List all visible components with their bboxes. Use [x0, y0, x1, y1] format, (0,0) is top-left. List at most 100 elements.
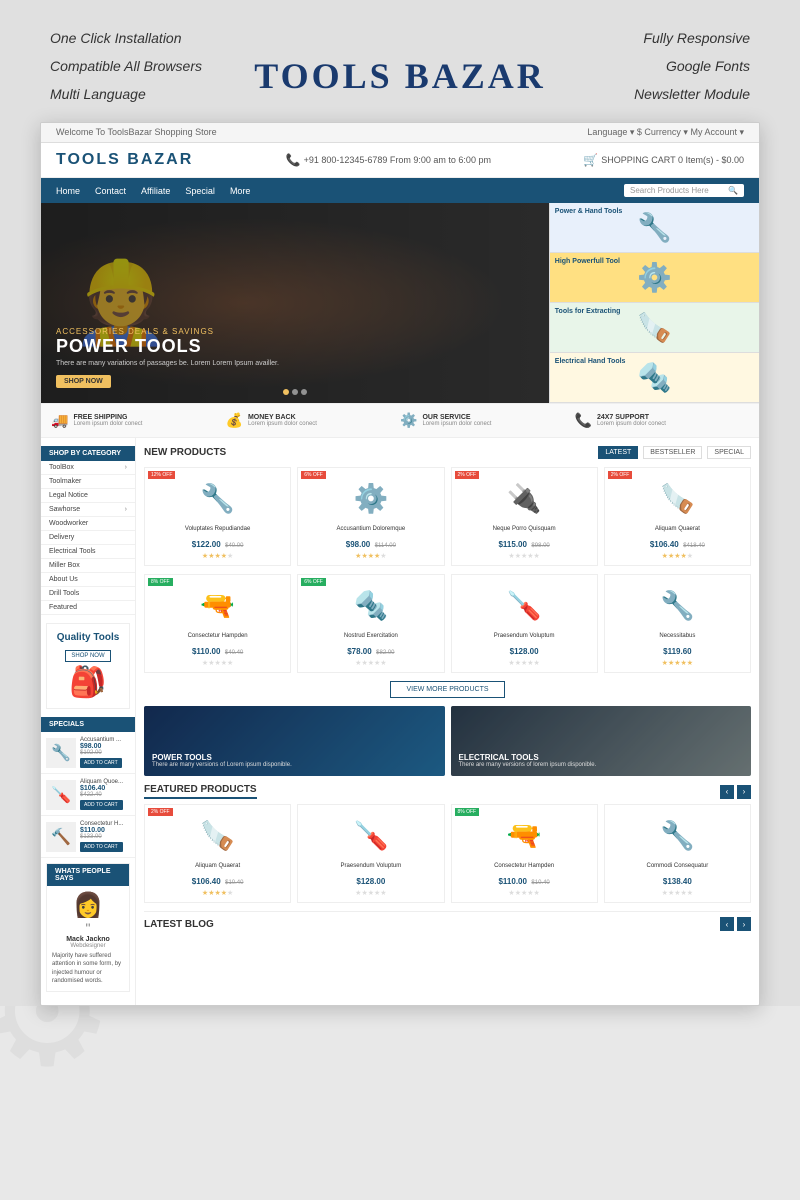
featured-product-card[interactable]: 2% OFF 🪚 Aliquam Quaerat $106.40 $10.40 … — [144, 804, 291, 903]
feat-service-title: OUR SERVICE — [422, 414, 491, 421]
feat-support-title: 24X7 SUPPORT — [597, 414, 666, 421]
nav-special[interactable]: Special — [185, 186, 215, 196]
products-area: NEW PRODUCTS LATEST BESTSELLER SPECIAL 1… — [136, 438, 759, 1005]
service-icon: ⚙️ — [400, 412, 417, 429]
power-tools-banner[interactable]: POWER TOOLS There are many versions of L… — [144, 706, 445, 776]
feat-support: 📞 24X7 SUPPORT Lorem ipsum dolor conect — [575, 412, 750, 429]
sidebar-item[interactable]: Toolmaker — [41, 475, 135, 489]
product-old-price: $82.00 — [376, 650, 394, 656]
electrical-hand-tools-icon: 🔩 — [637, 361, 672, 394]
product-card[interactable]: 🔧 Necessitabus $119.60 ★★★★★ — [604, 574, 751, 673]
product-image: 🔫 — [150, 580, 285, 630]
special-old-price: $133.00 — [80, 834, 123, 840]
nav-contact[interactable]: Contact — [95, 186, 126, 196]
add-cart-button[interactable]: ADD TO CART — [80, 842, 123, 852]
add-cart-button[interactable]: ADD TO CART — [80, 800, 123, 810]
product-card[interactable]: 8% OFF 🔫 Consectetur Hampden $110.00 $40… — [144, 574, 291, 673]
power-hand-tools-icon: 🔧 — [637, 211, 672, 244]
product-name: Necessitabus — [610, 633, 745, 639]
product-name: Praesendum Voluptum — [457, 633, 592, 639]
brand-title: TOOLS BAZAR — [254, 55, 545, 97]
tab-latest[interactable]: LATEST — [598, 446, 638, 459]
feature-item: Google Fonts — [634, 58, 750, 74]
product-stars: ★★★★★ — [457, 552, 592, 560]
product-price: $122.00 — [192, 540, 221, 549]
sidebar-item[interactable]: Miller Box — [41, 559, 135, 573]
product-card[interactable]: 6% OFF ⚙️ Accusantium Doloremque $98.00 … — [297, 467, 444, 566]
hero-main: 👷 Accessories Deals & Savings POWER TOOL… — [41, 203, 549, 403]
view-more-button[interactable]: VIEW MORE PRODUCTS — [390, 681, 504, 698]
topbar-links: Language ▾ $ Currency ▾ My Account ▾ — [587, 127, 744, 138]
product-card[interactable]: 2% OFF 🔌 Neque Porro Quisquam $115.00 $9… — [451, 467, 598, 566]
nav-home[interactable]: Home — [56, 186, 80, 196]
special-price: $106.40 — [80, 785, 123, 792]
electrical-tools-label: ELECTRICAL TOOLS — [459, 753, 597, 762]
product-badge: 2% OFF — [455, 471, 480, 479]
tab-special[interactable]: SPECIAL — [707, 446, 751, 459]
nav-more[interactable]: More — [230, 186, 251, 196]
add-cart-button[interactable]: ADD TO CART — [80, 758, 122, 768]
product-image: 🔩 — [303, 580, 438, 630]
feature-item: Fully Responsive — [634, 30, 750, 46]
prev-arrow[interactable]: ‹ — [720, 785, 734, 799]
sidebar-item[interactable]: Electrical Tools — [41, 545, 135, 559]
product-name: Consectetur Hampden — [150, 633, 285, 639]
hero-side-extracting[interactable]: Tools for Extracting 🪚 — [549, 303, 759, 353]
featured-product-card[interactable]: 8% OFF 🔫 Consectetur Hampden $110.00 $10… — [451, 804, 598, 903]
product-card[interactable]: 6% OFF 🔩 Nostrud Exercitation $78.00 $82… — [297, 574, 444, 673]
product-badge: 2% OFF — [608, 471, 633, 479]
product-image: 🪚 — [610, 473, 745, 523]
sidebar-item[interactable]: About Us — [41, 573, 135, 587]
quality-tools-box: Quality Tools SHOP NOW 🎒 — [46, 623, 130, 709]
special-info: Consectetur H... $110.00 $133.00 ADD TO … — [80, 821, 123, 852]
hero-side-powerful[interactable]: High Powerfull Tool ⚙️ — [549, 253, 759, 303]
hero-side-label: High Powerfull Tool — [555, 258, 620, 265]
hero-side: Power & Hand Tools 🔧 High Powerfull Tool… — [549, 203, 759, 403]
hero-side-electrical[interactable]: Electrical Hand Tools 🔩 — [549, 353, 759, 403]
arrow-icon: › — [125, 506, 127, 513]
sidebar-item[interactable]: Drill Tools — [41, 587, 135, 601]
product-image: 🔧 — [610, 810, 745, 860]
person-name: Mack Jackno — [52, 936, 124, 943]
blog-title: LATEST BLOG — [144, 919, 214, 930]
product-badge: 6% OFF — [301, 471, 326, 479]
specials-title: SPECIALS — [41, 717, 135, 732]
nav-affiliate[interactable]: Affiliate — [141, 186, 170, 196]
featured-product-card[interactable]: 🔧 Commodi Consequatur $138.40 ★★★★★ — [604, 804, 751, 903]
nav-search[interactable]: Search Products Here 🔍 — [624, 184, 744, 197]
sidebar-item[interactable]: Woodworker — [41, 517, 135, 531]
cart-icon: 🛒 — [583, 153, 598, 167]
quality-shop-button[interactable]: SHOP NOW — [65, 650, 110, 662]
features-right: Fully Responsive Google Fonts Newsletter… — [634, 30, 750, 102]
product-stars: ★★★★★ — [457, 889, 592, 897]
feature-item: Newsletter Module — [634, 86, 750, 102]
mockup-nav: Home Contact Affiliate Special More Sear… — [41, 178, 759, 203]
tab-bestseller[interactable]: BESTSELLER — [643, 446, 702, 459]
hero-cta-button[interactable]: SHOP NOW — [56, 375, 111, 388]
feat-money: 💰 MONEY BACK Lorem ipsum dolor conect — [226, 412, 401, 429]
product-card[interactable]: 🪛 Praesendum Voluptum $128.00 ★★★★★ — [451, 574, 598, 673]
blog-prev-arrow[interactable]: ‹ — [720, 917, 734, 931]
featured-product-card[interactable]: 🪛 Praesendum Voluptum $128.00 ★★★★★ — [297, 804, 444, 903]
product-old-price: $40.00 — [225, 543, 243, 549]
product-badge: 6% OFF — [301, 578, 326, 586]
sidebar-item[interactable]: ToolBox› — [41, 461, 135, 475]
features-bar: 🚚 FREE SHIPPING Lorem ipsum dolor conect… — [41, 403, 759, 438]
electrical-tools-banner[interactable]: ELECTRICAL TOOLS There are many versions… — [451, 706, 752, 776]
next-arrow[interactable]: › — [737, 785, 751, 799]
product-card[interactable]: 2% OFF 🪚 Aliquam Quaerat $106.40 $418.40… — [604, 467, 751, 566]
hero-side-power[interactable]: Power & Hand Tools 🔧 — [549, 203, 759, 253]
blog-next-arrow[interactable]: › — [737, 917, 751, 931]
sidebar-item[interactable]: Sawhorse› — [41, 503, 135, 517]
product-badge: 2% OFF — [148, 808, 173, 816]
product-card[interactable]: 12% OFF 🔧 Voluptates Repudiandae $122.00… — [144, 467, 291, 566]
sidebar-item[interactable]: Featured — [41, 601, 135, 615]
special-price: $98.00 — [80, 743, 122, 750]
special-img: 🔨 — [46, 822, 76, 852]
quote-mark: " — [52, 920, 124, 936]
feature-item: One Click Installation — [50, 30, 202, 46]
sidebar-item[interactable]: Legal Notice — [41, 489, 135, 503]
sidebar-item[interactable]: Delivery — [41, 531, 135, 545]
category-title: SHOP BY CATEGORY — [41, 446, 135, 461]
featured-nav-arrows: ‹ › — [720, 785, 751, 799]
